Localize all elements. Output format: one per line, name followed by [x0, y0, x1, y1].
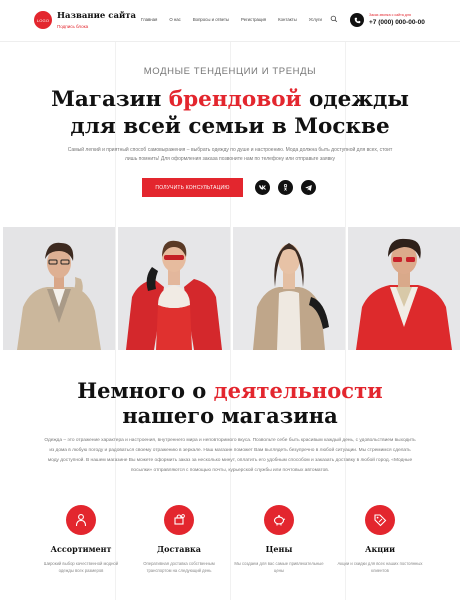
feature-icon-badge: [365, 505, 395, 535]
nav-item-services[interactable]: Услуги: [309, 17, 322, 22]
feature-text: Широкий выбор качественной модной одежды…: [43, 561, 119, 573]
consultation-button[interactable]: ПОЛУЧИТЬ КОНСУЛЬТАЦИЮ: [142, 178, 243, 197]
hero-title-part2: одежды: [301, 87, 409, 112]
feature-text: Акции и скидки для всех наших постоянных…: [337, 561, 423, 573]
nav-item-registration[interactable]: Регистрация: [241, 17, 266, 22]
about-title-part1: Немного о: [77, 378, 214, 403]
feature-title: Ассортимент: [50, 544, 112, 554]
model-photo-woman-red-dress: [118, 227, 230, 350]
feature-icon-badge: [264, 505, 294, 535]
feature-title: Доставка: [157, 544, 201, 554]
odnoklassniki-button[interactable]: [278, 180, 293, 195]
main-nav: Главная О нас Вопросы и ответы Регистрац…: [141, 17, 334, 22]
site-header: LOGO Название сайта Подпись блока Главна…: [0, 0, 460, 42]
about-title-line2: нашего магазина: [122, 403, 338, 428]
feature-icon-badge: [66, 505, 96, 535]
phone-number[interactable]: +7 (000) 000-00-00: [369, 19, 425, 26]
phone-button[interactable]: [350, 13, 364, 27]
about-title: Немного о деятельности нашего магазина: [0, 378, 460, 428]
logo[interactable]: LOGO: [34, 11, 52, 29]
hero-title-part1: Магазин: [51, 87, 169, 112]
telegram-icon: [305, 184, 312, 191]
nav-item-contacts[interactable]: Контакты: [278, 17, 297, 22]
search-icon[interactable]: [330, 15, 338, 23]
feature-title: Акции: [364, 544, 396, 554]
feature-text: Оперативная доставка собственным транспо…: [143, 561, 215, 573]
hero-kicker: МОДНЫЕ ТЕНДЕНЦИИ И ТРЕНДЫ: [143, 66, 317, 77]
hero-title-accent: брендовой: [168, 87, 302, 112]
nav-item-home[interactable]: Главная: [141, 17, 157, 22]
piggy-bank-icon: [273, 515, 286, 526]
site-name[interactable]: Название сайта: [57, 11, 136, 21]
feature-prices: Цены Мы создаем для вас самые привлекате…: [234, 505, 324, 574]
about-title-accent: деятельности: [213, 378, 383, 403]
model-photo-man-red-jacket: [348, 227, 460, 350]
feature-promotions: Акции Акции и скидки для всех наших пост…: [335, 505, 425, 574]
nav-item-about[interactable]: О нас: [169, 17, 180, 22]
vk-icon: [259, 185, 266, 190]
model-photo-man-beige-coat: [3, 227, 115, 350]
phone-icon: [354, 17, 360, 23]
feature-title: Цены: [265, 544, 293, 554]
feature-assortment: Ассортимент Широкий выбор качественной м…: [36, 505, 126, 574]
hero-title-line2: для всей семьи в Москве: [70, 114, 390, 139]
nav-item-faq[interactable]: Вопросы и ответы: [193, 17, 229, 22]
feature-text: Мы создаем для вас самые привлекательные…: [234, 561, 324, 573]
person-icon: [75, 514, 87, 527]
site-subtitle: Подпись блока: [57, 24, 89, 29]
about-description: Одежда – это отражение характера и настр…: [44, 438, 416, 473]
model-photo-woman-beige-jacket: [233, 227, 345, 350]
hero-description: Самый легкий и приятный способ самовыраж…: [67, 147, 393, 162]
feature-delivery: Доставка Оперативная доставка собственны…: [134, 505, 224, 574]
vk-button[interactable]: [255, 180, 270, 195]
feature-icon-badge: [164, 505, 194, 535]
telegram-button[interactable]: [301, 180, 316, 195]
hero-title: Магазин брендовой одежды для всей семьи …: [0, 86, 460, 140]
percent-tag-icon: [374, 514, 387, 527]
delivery-icon: [174, 514, 185, 525]
odnoklassniki-icon: [283, 184, 288, 191]
callback-link[interactable]: Заказ звонка с сайта для: [369, 13, 411, 17]
